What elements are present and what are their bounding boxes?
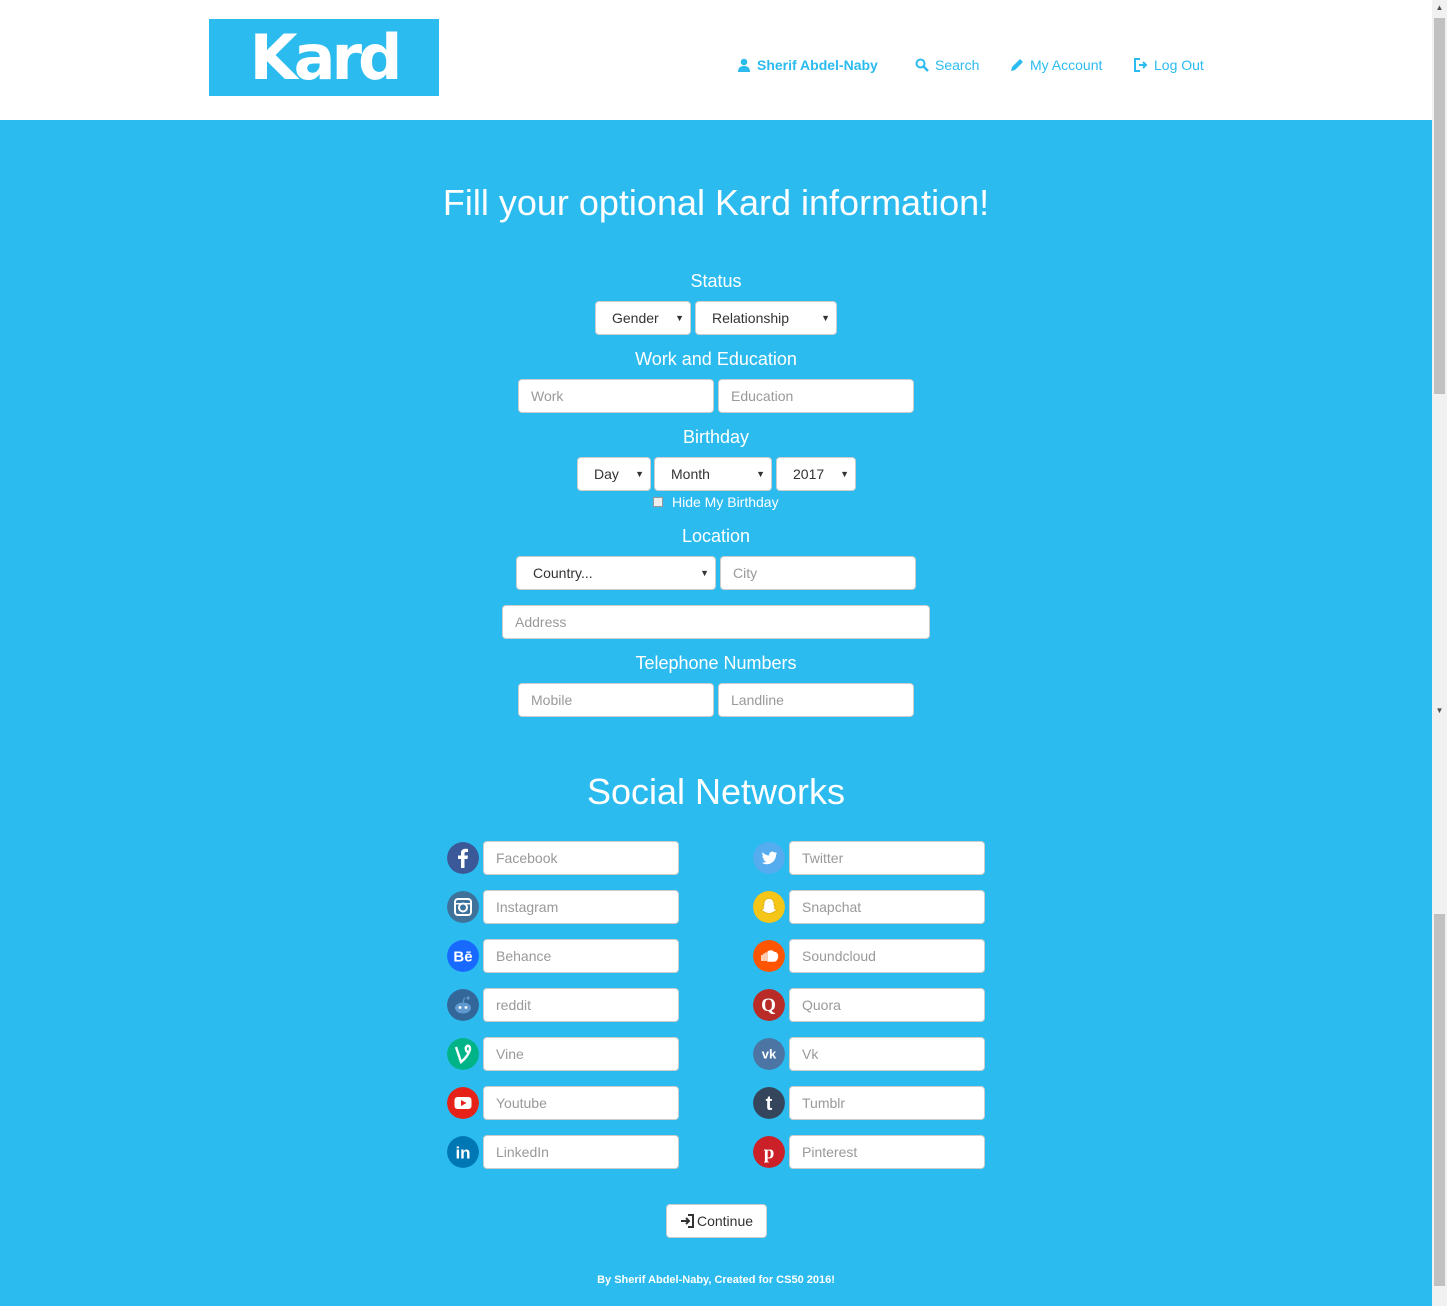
gender-select[interactable]: Gender ▼ [595, 301, 691, 335]
gender-value: Gender [612, 310, 659, 326]
social-networks-heading: Social Networks [586, 771, 846, 812]
snapchat-input[interactable]: Snapchat [789, 890, 985, 924]
search-icon [915, 58, 929, 72]
log-in-icon [680, 1214, 694, 1228]
scroll-thumb[interactable] [1434, 18, 1445, 394]
svg-text:vk: vk [762, 1047, 777, 1062]
year-value: 2017 [793, 466, 825, 482]
reddit-input[interactable]: reddit [483, 988, 679, 1022]
vine-icon [447, 1038, 479, 1070]
chevron-down-icon: ▼ [675, 313, 684, 323]
tumblr-icon: t [753, 1087, 785, 1119]
city-input[interactable]: City [720, 556, 916, 590]
relationship-select[interactable]: Relationship ▼ [695, 301, 837, 335]
soundcloud-input[interactable]: Soundcloud [789, 939, 985, 973]
birthday-month-select[interactable]: Month ▼ [654, 457, 772, 491]
nav-search-link[interactable]: Search [915, 55, 979, 75]
nav-user-link[interactable]: Sherif Abdel-Naby [737, 55, 878, 75]
country-select[interactable]: Country... ▼ [516, 556, 716, 590]
vine-input[interactable]: Vine [483, 1037, 679, 1071]
svg-text:Q: Q [761, 995, 776, 1016]
page-scrollbar[interactable]: ▲ ▼ [1432, 0, 1447, 1306]
snapchat-icon [753, 891, 785, 923]
behance-input[interactable]: Behance [483, 939, 679, 973]
day-value: Day [594, 466, 619, 482]
pinterest-icon: p [753, 1136, 785, 1168]
mobile-input[interactable]: Mobile [518, 683, 714, 717]
scroll-down-icon[interactable]: ▼ [1432, 706, 1447, 715]
telephone-heading: Telephone Numbers [635, 653, 797, 673]
nav-my-account-link[interactable]: My Account [1010, 55, 1102, 75]
relationship-value: Relationship [712, 310, 790, 326]
user-icon [738, 58, 750, 72]
address-input[interactable]: Address [502, 605, 930, 639]
reddit-icon [447, 989, 479, 1021]
scroll-up-icon[interactable]: ▲ [1432, 3, 1447, 12]
svg-text:t: t [766, 1093, 773, 1115]
hide-birthday-label[interactable]: Hide My Birthday [672, 494, 779, 510]
chevron-down-icon: ▼ [821, 313, 830, 323]
work-input[interactable]: Work [518, 379, 714, 413]
twitter-input[interactable]: Twitter [789, 841, 985, 875]
pinterest-input[interactable]: Pinterest [789, 1135, 985, 1169]
soundcloud-icon [753, 940, 785, 972]
continue-label: Continue [696, 1213, 754, 1229]
chevron-down-icon: ▼ [840, 469, 849, 479]
location-heading: Location [681, 526, 751, 546]
tumblr-input[interactable]: Tumblr [789, 1086, 985, 1120]
continue-button[interactable]: Continue [666, 1204, 767, 1238]
birthday-year-select[interactable]: 2017 ▼ [776, 457, 856, 491]
twitter-icon [753, 842, 785, 874]
nav-log-out-label: Log Out [1154, 57, 1204, 73]
instagram-input[interactable]: Instagram [483, 890, 679, 924]
youtube-input[interactable]: Youtube [483, 1086, 679, 1120]
chevron-down-icon: ▼ [756, 469, 765, 479]
pencil-icon [1011, 59, 1023, 71]
work-education-heading: Work and Education [635, 349, 797, 369]
svg-text:Bē: Bē [453, 949, 472, 966]
facebook-input[interactable]: Facebook [483, 841, 679, 875]
landline-input[interactable]: Landline [718, 683, 914, 717]
nav-search-label: Search [935, 57, 980, 73]
linkedin-icon: in [447, 1136, 479, 1168]
vk-input[interactable]: Vk [789, 1037, 985, 1071]
footer-credit: By Sherif Abdel-Naby, Created for CS50 2… [597, 1274, 835, 1286]
nav-my-account-label: My Account [1030, 57, 1103, 73]
linkedin-input[interactable]: LinkedIn [483, 1135, 679, 1169]
instagram-icon [447, 891, 479, 923]
nav-log-out-link[interactable]: Log Out [1134, 55, 1204, 75]
page-title: Fill your optional Kard information! [442, 182, 990, 223]
month-value: Month [671, 466, 710, 482]
quora-input[interactable]: Quora [789, 988, 985, 1022]
log-out-icon [1134, 58, 1148, 72]
chevron-down-icon: ▼ [700, 568, 709, 578]
scroll-thumb-lower[interactable] [1434, 914, 1445, 1286]
hide-birthday-checkbox[interactable] [653, 497, 663, 507]
birthday-day-select[interactable]: Day ▼ [577, 457, 651, 491]
chevron-down-icon: ▼ [635, 469, 644, 479]
status-heading: Status [690, 271, 742, 291]
youtube-icon [447, 1087, 479, 1119]
svg-text:in: in [455, 1144, 470, 1163]
birthday-heading: Birthday [682, 427, 750, 447]
behance-icon: Bē [447, 940, 479, 972]
svg-text:p: p [764, 1143, 775, 1164]
user-name: Sherif Abdel-Naby [757, 57, 878, 73]
optional-info-form: Fill your optional Kard information! Sta… [0, 120, 1432, 1306]
top-navbar: Kard Sherif Abdel-Naby Search My Account… [0, 0, 1432, 120]
facebook-icon [447, 842, 479, 874]
education-input[interactable]: Education [718, 379, 914, 413]
quora-icon: Q [753, 989, 785, 1021]
country-value: Country... [533, 565, 593, 581]
kard-logo[interactable]: Kard [209, 19, 439, 96]
vk-icon: vk [753, 1038, 785, 1070]
